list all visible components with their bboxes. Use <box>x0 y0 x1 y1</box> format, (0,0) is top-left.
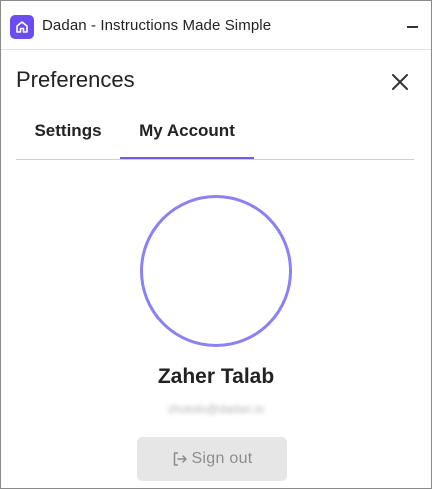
sign-out-label: Sign out <box>191 450 253 467</box>
window-title: Dadan - Instructions Made Simple <box>42 17 272 34</box>
sign-out-button[interactable]: Sign out <box>137 437 287 481</box>
title-bar-divider <box>1 49 431 50</box>
minimize-button[interactable] <box>401 13 423 35</box>
tab-my-account[interactable]: My Account <box>120 110 254 152</box>
user-name: Zaher Talab <box>157 365 275 388</box>
page-title: Preferences <box>16 67 135 92</box>
avatar <box>140 195 292 347</box>
minimize-icon <box>406 26 418 28</box>
dadan-logo-icon <box>10 15 34 39</box>
active-tab-indicator <box>120 157 254 159</box>
tab-settings[interactable]: Settings <box>16 110 120 152</box>
app-window: Dadan - Instructions Made Simple Prefere… <box>0 0 432 489</box>
tabs-divider <box>16 159 414 160</box>
preferences-tabs: Settings My Account <box>16 117 414 160</box>
close-button[interactable] <box>387 69 413 95</box>
sign-out-icon <box>174 452 188 466</box>
title-bar: Dadan - Instructions Made Simple <box>1 1 431 49</box>
user-email: zhotolo@dadan.io <box>167 402 265 416</box>
close-icon <box>392 74 408 90</box>
